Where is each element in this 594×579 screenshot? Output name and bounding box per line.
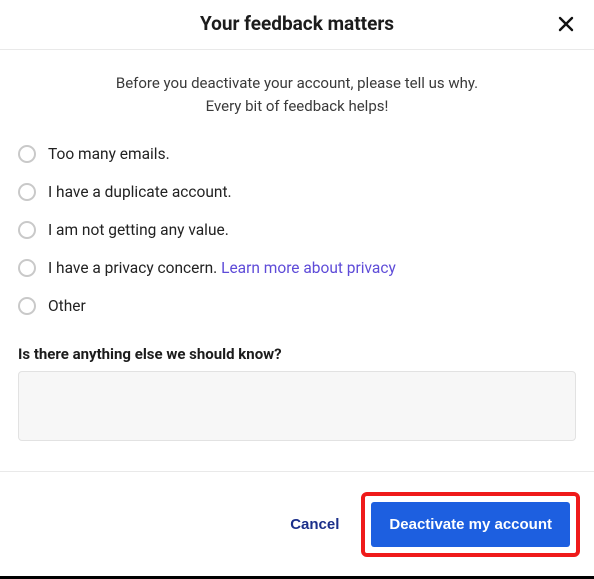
option-label: Other xyxy=(48,297,86,315)
option-label: Too many emails. xyxy=(48,145,170,163)
option-label: I have a privacy concern. Learn more abo… xyxy=(48,259,396,277)
cancel-button[interactable]: Cancel xyxy=(282,504,347,545)
modal-header: Your feedback matters xyxy=(0,0,594,50)
radio-icon xyxy=(18,183,36,201)
reason-options: Too many emails. I have a duplicate acco… xyxy=(18,145,576,315)
subtitle: Before you deactivate your account, plea… xyxy=(18,72,576,117)
freeform-prompt: Is there anything else we should know? xyxy=(18,345,576,363)
privacy-link[interactable]: Learn more about privacy xyxy=(221,259,396,277)
option-no-value[interactable]: I am not getting any value. xyxy=(18,221,576,239)
option-label: I am not getting any value. xyxy=(48,221,229,239)
option-label: I have a duplicate account. xyxy=(48,183,232,201)
radio-icon xyxy=(18,259,36,277)
subtitle-line2: Every bit of feedback helps! xyxy=(206,97,389,115)
highlight-box: Deactivate my account xyxy=(361,492,580,557)
subtitle-line1: Before you deactivate your account, plea… xyxy=(116,74,478,92)
deactivate-button[interactable]: Deactivate my account xyxy=(371,502,570,547)
radio-icon xyxy=(18,297,36,315)
modal-footer: Cancel Deactivate my account xyxy=(0,471,594,579)
modal-body: Before you deactivate your account, plea… xyxy=(0,50,594,453)
modal-title: Your feedback matters xyxy=(200,12,394,35)
option-too-many-emails[interactable]: Too many emails. xyxy=(18,145,576,163)
radio-icon xyxy=(18,221,36,239)
option-other[interactable]: Other xyxy=(18,297,576,315)
close-icon[interactable] xyxy=(556,14,576,34)
option-privacy-concern[interactable]: I have a privacy concern. Learn more abo… xyxy=(18,259,576,277)
feedback-modal: Your feedback matters Before you deactiv… xyxy=(0,0,594,579)
radio-icon xyxy=(18,145,36,163)
freeform-textarea[interactable] xyxy=(18,371,576,441)
option-duplicate-account[interactable]: I have a duplicate account. xyxy=(18,183,576,201)
